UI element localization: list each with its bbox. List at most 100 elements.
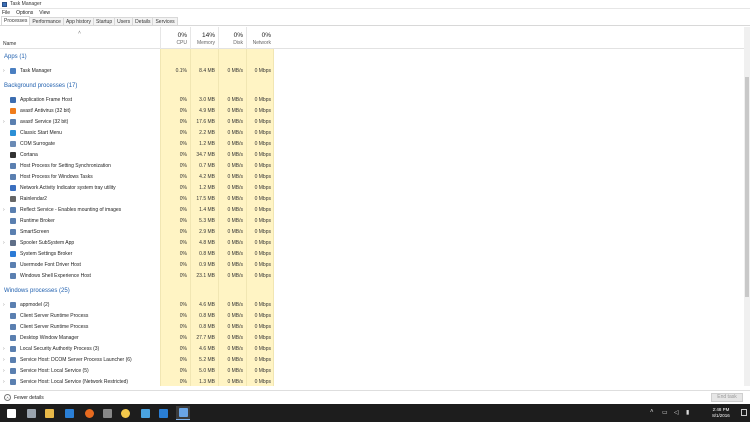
menu-bar: File Options View [0, 9, 750, 17]
process-name: System Settings Broker [20, 251, 73, 257]
column-name-label: Name [3, 41, 17, 47]
column-header-network[interactable]: 0% Network [246, 27, 274, 49]
table-row[interactable]: Runtime Broker 0% 5.3 MB 0 MB/s 0 Mbps [0, 215, 744, 226]
cpu-value: 0% [179, 163, 187, 169]
cpu-value: 0% [179, 130, 187, 136]
group-header[interactable]: Windows processes (25) [0, 285, 744, 296]
table-row[interactable]: › avast! Service (32 bit) 0% 17.6 MB 0 MB/s 0… [0, 116, 744, 127]
cortana-icon [10, 152, 16, 158]
tab-services[interactable]: Services [152, 17, 178, 25]
table-row[interactable]: Application Frame Host 0% 3.0 MB 0 MB/s 0 Mb… [0, 94, 744, 105]
tray-chevron-icon[interactable]: ˄ [650, 409, 654, 415]
taskbar-button[interactable] [100, 406, 114, 420]
table-row[interactable]: › appmodel (2) 0% 4.6 MB 0 MB/s 0 Mbps [0, 299, 744, 310]
network-value: 0 Mbps [254, 68, 271, 74]
column-header-memory[interactable]: 14% Memory [190, 27, 218, 49]
disk-value: 0 MB/s [227, 335, 243, 341]
table-row[interactable]: Rainlendar2 0% 17.5 MB 0 MB/s 0 Mbps [0, 193, 744, 204]
memory-value: 0.8 MB [199, 324, 215, 330]
expand-chevron-icon[interactable]: › [3, 357, 5, 363]
taskbar-button[interactable] [176, 406, 190, 420]
table-row[interactable]: Client Server Runtime Process 0% 0.8 MB 0 M… [0, 310, 744, 321]
table-row[interactable]: Host Process for Windows Tasks 0% 4.2 MB 0 … [0, 171, 744, 182]
disk-value: 0 MB/s [227, 240, 243, 246]
network-value: 0 Mbps [254, 218, 271, 224]
taskbar-button[interactable] [24, 406, 38, 420]
table-row[interactable]: System Settings Broker 0% 0.8 MB 0 MB/s 0 Mb… [0, 248, 744, 259]
table-row[interactable]: Desktop Window Manager 0% 27.7 MB 0 MB/s 0 M… [0, 332, 744, 343]
tab-app-history[interactable]: App history [62, 17, 94, 25]
table-row[interactable]: Network Activity Indicator system tray u… [0, 182, 744, 193]
taskbar-button[interactable] [138, 406, 152, 420]
table-row[interactable]: Windows Shell Experience Host 0% 23.1 MB 0 … [0, 270, 744, 281]
table-row[interactable]: Client Server Runtime Process 0% 0.8 MB 0 M… [0, 321, 744, 332]
expand-chevron-icon[interactable]: › [3, 119, 5, 125]
network-value: 0 Mbps [254, 302, 271, 308]
memory-value: 4.6 MB [199, 302, 215, 308]
vertical-scrollbar[interactable] [744, 27, 750, 386]
memory-value: 4.9 MB [199, 108, 215, 114]
tab-details[interactable]: Details [132, 17, 154, 25]
battery-icon[interactable]: ▮ [686, 409, 689, 416]
expand-chevron-icon[interactable]: › [3, 68, 5, 74]
column-header-disk[interactable]: 0% Disk [218, 27, 246, 49]
tab-users[interactable]: Users [114, 17, 134, 25]
tab-startup[interactable]: Startup [92, 17, 116, 25]
expand-chevron-icon[interactable]: › [3, 207, 5, 213]
network-value: 0 Mbps [254, 130, 271, 136]
scrollbar-thumb[interactable] [745, 77, 749, 297]
taskbar-button[interactable] [156, 406, 170, 420]
smiley-icon [120, 408, 130, 418]
network-tray-icon[interactable]: ▭ [662, 409, 668, 416]
expand-chevron-icon[interactable]: › [3, 240, 5, 246]
expand-chevron-icon[interactable]: › [3, 368, 5, 374]
taskbar-button[interactable] [82, 406, 96, 420]
network-value: 0 Mbps [254, 196, 271, 202]
table-row[interactable]: › Spooler SubSystem App 0% 4.8 MB 0 MB/s 0 Mb… [0, 237, 744, 248]
group-header[interactable]: Background processes (17) [0, 80, 744, 91]
table-row[interactable]: avast! Antivirus (32 bit) 0% 4.9 MB 0 MB/s 0… [0, 105, 744, 116]
table-row[interactable]: COM Surrogate 0% 1.2 MB 0 MB/s 0 Mbps [0, 138, 744, 149]
network-value: 0 Mbps [254, 185, 271, 191]
table-row[interactable]: Usermode Font Driver Host 0% 0.9 MB 0 MB/s 0… [0, 259, 744, 270]
volume-icon[interactable]: ◁ [674, 409, 679, 416]
menu-view[interactable]: View [39, 10, 50, 16]
group-header[interactable]: Apps (1) [0, 51, 744, 62]
taskbar-button[interactable] [118, 406, 132, 420]
end-task-button[interactable]: End task [711, 393, 743, 402]
column-header: ˄ Name 0% CPU 14% Memory 0% Disk 0% Netw… [0, 27, 744, 49]
table-row[interactable]: › Reflect Service - Enables mounting of i… [0, 204, 744, 215]
table-row[interactable]: SmartScreen 0% 2.9 MB 0 MB/s 0 Mbps [0, 226, 744, 237]
taskbar-button[interactable] [42, 406, 56, 420]
expand-chevron-icon[interactable]: › [3, 346, 5, 352]
expand-chevron-icon[interactable]: › [3, 302, 5, 308]
table-row[interactable]: › Service Host: DCOM Server Process Launc… [0, 354, 744, 365]
group-title: Windows processes (25) [4, 288, 70, 294]
column-header-cpu[interactable]: 0% CPU [160, 27, 190, 49]
folder-icon [44, 408, 54, 418]
memory-value: 2.9 MB [199, 229, 215, 235]
memory-value: 27.7 MB [196, 335, 215, 341]
taskbar-clock[interactable]: 2:48 PM 8/1/2016 [705, 407, 737, 419]
fewer-details-button[interactable]: ˄ Fewer details [4, 394, 44, 401]
memory-value: 34.7 MB [196, 152, 215, 158]
table-row[interactable]: Cortana 0% 34.7 MB 0 MB/s 0 Mbps [0, 149, 744, 160]
table-row[interactable]: › Task Manager 0.1% 8.4 MB 0 MB/s 0 Mbps [0, 65, 744, 76]
table-row[interactable]: › Service Host: Local Service (Network Re… [0, 376, 744, 386]
table-row[interactable]: Classic Start Menu 0% 2.2 MB 0 MB/s 0 Mbps [0, 127, 744, 138]
process-name: Usermode Font Driver Host [20, 262, 81, 268]
table-row[interactable]: Host Process for Setting Synchronization… [0, 160, 744, 171]
memory-value: 17.6 MB [196, 119, 215, 125]
taskbar-button[interactable] [62, 406, 76, 420]
table-row[interactable]: › Service Host: Local Service (5) 0% 5.0 MB… [0, 365, 744, 376]
taskbar-button[interactable] [4, 406, 18, 420]
table-row[interactable]: › Local Security Authority Process (3) 0% 4… [0, 343, 744, 354]
expand-chevron-icon[interactable]: › [3, 379, 5, 385]
column-header-name[interactable]: ˄ Name [0, 27, 160, 49]
tab-performance[interactable]: Performance [29, 17, 64, 25]
cpu-value: 0% [179, 185, 187, 191]
tab-processes[interactable]: Processes [1, 16, 31, 25]
action-center-icon[interactable] [741, 409, 747, 416]
task-manager-icon [2, 1, 7, 7]
cpu-value: 0% [179, 240, 187, 246]
